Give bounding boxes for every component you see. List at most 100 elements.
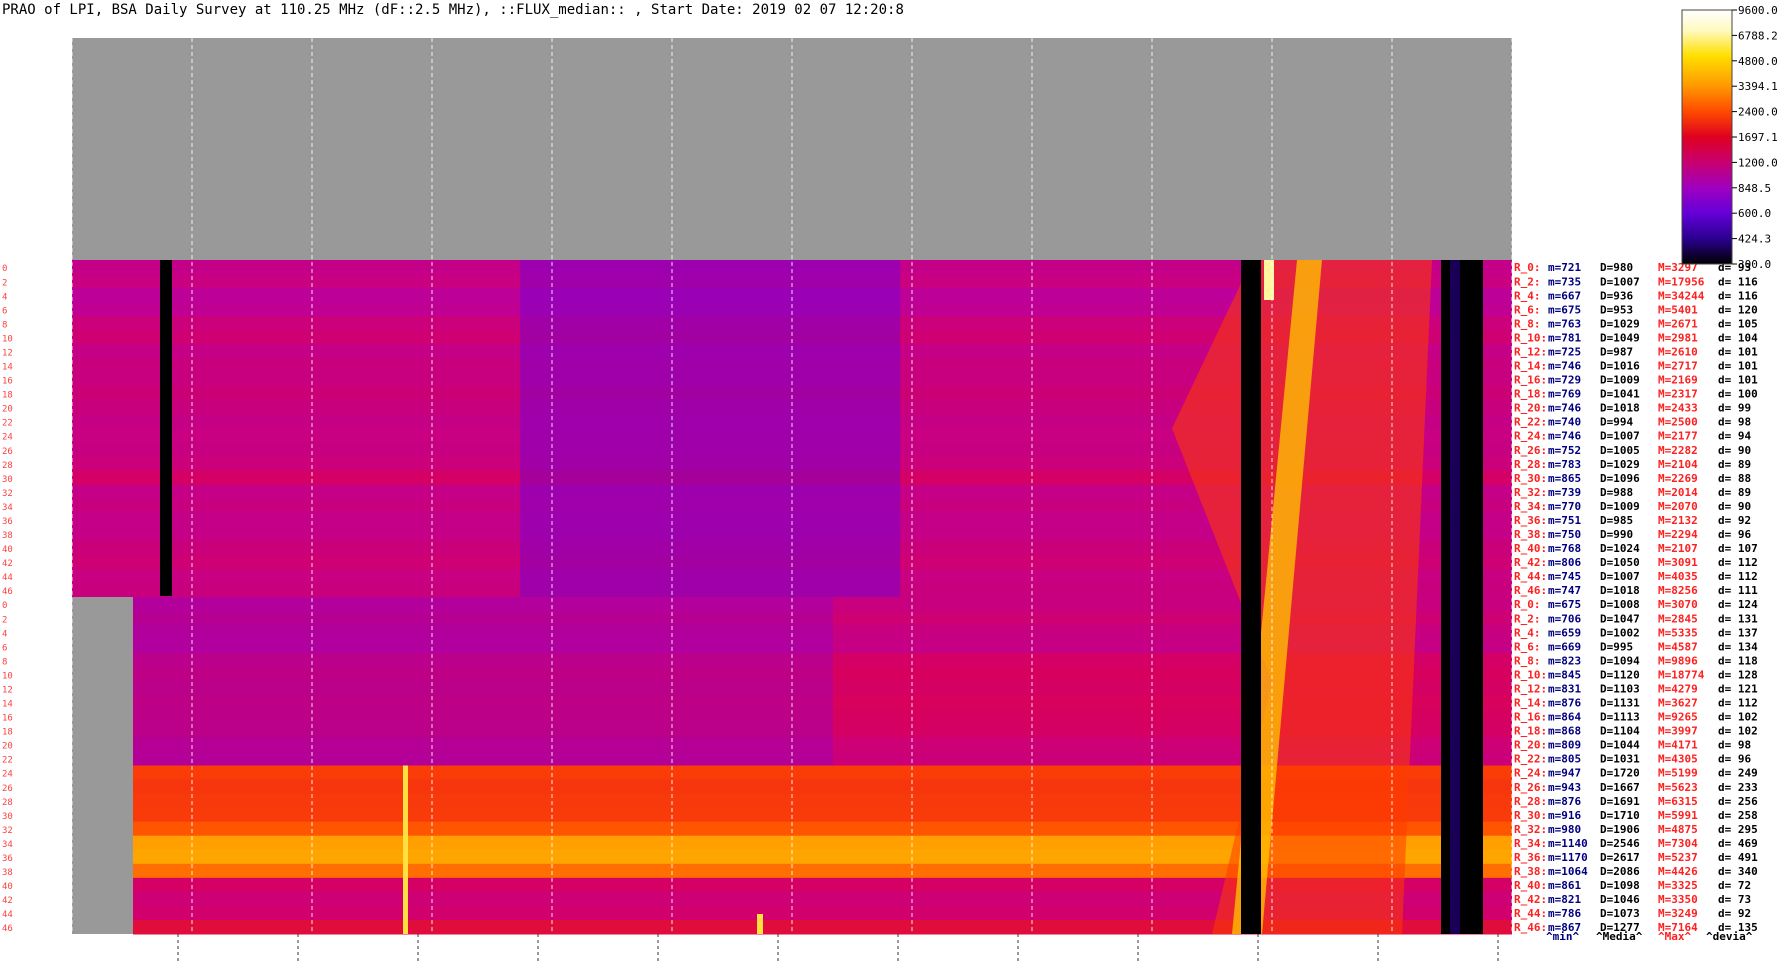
utc-tick-label: 14:00:00 — [135, 952, 198, 967]
row-index-label: 40 — [2, 882, 13, 892]
row-index-label: 36 — [2, 517, 13, 527]
row-max-value: M=2610 — [1658, 345, 1698, 358]
row-median-value: D=1029 — [1600, 317, 1640, 330]
row-min-value: m=768 — [1548, 542, 1581, 555]
row-index-label: 46 — [2, 587, 13, 597]
row-index-label: 20 — [2, 405, 13, 415]
declination-label: -01°00' — [20, 865, 66, 878]
row-index-label: 6 — [2, 306, 7, 316]
row-beam-label: R_20: — [1514, 739, 1547, 752]
ra-tick-label: 22:00:00 — [1361, 938, 1424, 953]
colorbar-tick-label: 300.0 — [1738, 258, 1771, 271]
row-beam-label: R_24: — [1514, 767, 1547, 780]
row-beam-label: R_10: — [1514, 331, 1547, 344]
row-max-value: M=4426 — [1658, 865, 1698, 878]
row-index-label: 4 — [2, 629, 7, 639]
declination-label: +29°17' — [20, 472, 66, 485]
row-median-value: D=1007 — [1600, 570, 1640, 583]
row-min-value: m=740 — [1548, 416, 1581, 429]
row-median-value: D=1049 — [1600, 331, 1640, 344]
declination-label: +35°24' — [20, 374, 66, 387]
utc-tick-label: 06:00:00 — [1095, 952, 1158, 967]
declination-label: +03°07' — [20, 823, 66, 836]
row-median-value: D=1098 — [1600, 879, 1640, 892]
row-beam-label: R_4: — [1514, 289, 1541, 302]
utc-tick-label: 16:00:00 — [255, 952, 318, 967]
row-median-value: D=1104 — [1600, 725, 1640, 738]
row-beam-label: R_10: — [1514, 668, 1547, 681]
row-max-value: M=4035 — [1658, 570, 1698, 583]
ra-tick-label: 04:00:00 — [281, 938, 344, 953]
legend-footer-label: ^devia^ — [1706, 930, 1753, 943]
row-beam-label: R_28: — [1514, 458, 1547, 471]
colorbar-tick-label: 1200.0 — [1738, 156, 1778, 169]
data-gap-strip — [160, 260, 172, 596]
row-min-value: m=868 — [1548, 725, 1581, 738]
declination-label: -04°01' — [20, 893, 66, 906]
row-max-value: M=2717 — [1658, 360, 1698, 373]
row-beam-label: R_8: — [1514, 654, 1541, 667]
row-index-label: 22 — [2, 756, 13, 766]
row-dev-value: d= 134 — [1718, 640, 1758, 653]
row-min-value: m=747 — [1548, 584, 1581, 597]
row-dev-value: d= 340 — [1718, 865, 1758, 878]
row-median-value: D=1007 — [1600, 430, 1640, 443]
row-index-label: 42 — [2, 896, 13, 906]
row-median-value: D=1005 — [1600, 444, 1640, 457]
row-median-value: D=2617 — [1600, 851, 1640, 864]
row-dev-value: d= 256 — [1718, 795, 1758, 808]
declination-label: -02°30' — [20, 879, 66, 892]
row-dev-value: d= 128 — [1718, 668, 1758, 681]
data-gap-strip — [1450, 260, 1460, 934]
row-dev-value: d= 98 — [1718, 739, 1751, 752]
row-max-value: M=2845 — [1658, 612, 1698, 625]
row-median-value: D=994 — [1600, 416, 1633, 429]
declination-label: +20°50' — [20, 598, 66, 611]
row-beam-label: R_40: — [1514, 542, 1547, 555]
row-dev-value: d= 101 — [1718, 374, 1758, 387]
row-dev-value: d= 111 — [1718, 584, 1758, 597]
row-max-value: M=5237 — [1658, 851, 1698, 864]
row-dev-value: d= 88 — [1718, 472, 1751, 485]
declination-label: +38°47' — [20, 317, 66, 330]
row-min-value: m=783 — [1548, 458, 1581, 471]
row-index-label: 2 — [2, 615, 7, 625]
top-axis-tick-label: 12:00:00 — [761, 20, 824, 35]
declination-label: +01°47' — [20, 837, 66, 850]
row-max-value: M=9265 — [1658, 711, 1698, 724]
row-dev-value: d= 104 — [1718, 331, 1758, 344]
row-beam-label: R_46: — [1514, 921, 1547, 934]
row-max-value: M=3249 — [1658, 907, 1698, 920]
row-min-value: m=739 — [1548, 486, 1581, 499]
colorbar-tick-label: 600.0 — [1738, 207, 1771, 220]
row-median-value: D=2546 — [1600, 837, 1640, 850]
legend-footer-label: ^Max^ — [1658, 930, 1691, 943]
colorbar: 9600.0 6788.2 4800.0 3394.1 2400.0 1697.1 1200… — [1681, 4, 1778, 271]
declination-label: +04°25' — [20, 809, 66, 822]
row-dev-value: d= 105 — [1718, 317, 1758, 330]
row-max-value: M=9896 — [1658, 654, 1698, 667]
row-max-value: M=2177 — [1658, 430, 1698, 443]
row-min-value: m=831 — [1548, 682, 1581, 695]
row-max-value: M=2282 — [1658, 444, 1698, 457]
row-min-value: m=750 — [1548, 528, 1581, 541]
colorbar-tick-label: 4800.0 — [1738, 55, 1778, 68]
row-dev-value: d= 258 — [1718, 809, 1758, 822]
row-beam-label: R_6: — [1514, 303, 1541, 316]
row-beam-label: R_2: — [1514, 612, 1541, 625]
ra-tick-label: 02:00:00 — [161, 938, 224, 953]
empty-sky-area — [72, 38, 1512, 260]
row-index-label: 8 — [2, 320, 7, 330]
row-beam-label: R_26: — [1514, 781, 1547, 794]
row-max-value: M=2500 — [1658, 416, 1698, 429]
row-dev-value: d= 89 — [1718, 486, 1751, 499]
row-median-value: D=1131 — [1600, 697, 1640, 710]
heatmap-area — [0, 38, 1512, 935]
row-beam-label: R_36: — [1514, 851, 1547, 864]
row-index-label: 24 — [2, 770, 13, 780]
row-dev-value: d= 90 — [1718, 500, 1751, 513]
colorbar-tick-label: 6788.2 — [1738, 29, 1778, 42]
row-median-value: D=988 — [1600, 486, 1633, 499]
row-max-value: M=2169 — [1658, 374, 1698, 387]
row-dev-value: d= 131 — [1718, 612, 1758, 625]
